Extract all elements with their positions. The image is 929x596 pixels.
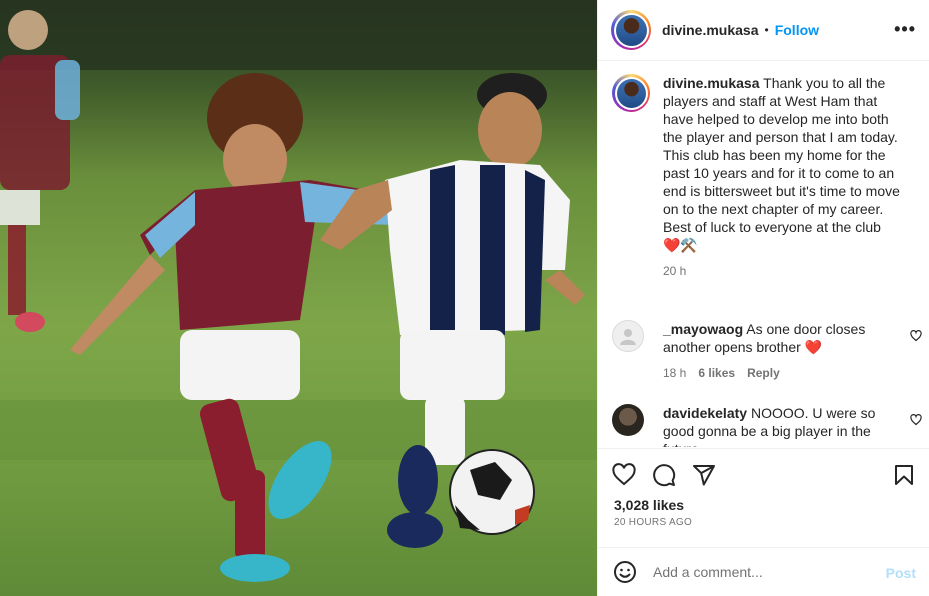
heart-icon[interactable] [612, 463, 636, 487]
comments-list[interactable]: divine.mukasa Thank you to all the playe… [598, 62, 929, 447]
instagram-post: divine.mukasa • Follow ••• divine.mukasa… [0, 0, 929, 596]
comment-like-heart-icon[interactable] [910, 330, 922, 342]
commenter-avatar[interactable] [612, 320, 644, 352]
separator-dot: • [764, 23, 769, 37]
comment-like-heart-icon[interactable] [910, 414, 922, 426]
caption-text: Thank you to all the players and staff a… [663, 75, 900, 217]
post-timestamp[interactable]: 20 HOURS AGO [614, 517, 692, 528]
caption-username[interactable]: divine.mukasa [663, 75, 760, 91]
share-icon[interactable] [692, 463, 716, 487]
post-side-panel: divine.mukasa • Follow ••• divine.mukasa… [597, 0, 929, 596]
post-header: divine.mukasa • Follow ••• [598, 0, 929, 61]
caption-emoji: ❤️⚒️ [663, 237, 698, 253]
author-username[interactable]: divine.mukasa [662, 22, 759, 38]
follow-button[interactable]: Follow [775, 22, 819, 38]
comment-time[interactable]: 18 h [663, 364, 686, 382]
comment-username[interactable]: _mayowaog [663, 321, 743, 337]
post-actions: 3,028 likes 20 HOURS AGO [598, 448, 929, 546]
save-icon[interactable] [892, 463, 916, 487]
author-avatar[interactable] [611, 10, 651, 50]
caption-avatar[interactable] [612, 74, 650, 112]
commenter-avatar[interactable] [612, 404, 644, 436]
caption-time[interactable]: 20 h [663, 262, 686, 280]
smiley-icon[interactable] [613, 560, 637, 584]
comment-body: _mayowaog As one door closes another ope… [663, 320, 903, 382]
caption: divine.mukasa Thank you to all the playe… [612, 74, 922, 280]
caption-body: divine.mukasa Thank you to all the playe… [663, 74, 908, 280]
more-options-icon[interactable]: ••• [894, 19, 916, 40]
comment-row: davidekelaty NOOOO. U were so good gonna… [612, 404, 922, 447]
comment-input[interactable] [653, 564, 873, 580]
comment-body: davidekelaty NOOOO. U were so good gonna… [663, 404, 903, 447]
likes-count[interactable]: 3,028 likes [614, 497, 684, 513]
caption-text-2: Best of luck to everyone at the club [663, 219, 881, 235]
football [449, 449, 535, 535]
comment-icon[interactable] [652, 463, 676, 487]
save-button[interactable] [892, 463, 916, 492]
comment-likes[interactable]: 6 likes [698, 364, 735, 382]
post-comment-button[interactable]: Post [886, 565, 916, 581]
football-photo-illustration [0, 0, 597, 582]
player-west-ham [70, 73, 435, 582]
action-icons [612, 463, 716, 487]
reply-button[interactable]: Reply [747, 364, 780, 382]
comment-meta: 18 h 6 likes Reply [663, 364, 903, 382]
default-avatar-icon [620, 329, 636, 345]
caption-meta: 20 h [663, 262, 908, 280]
comment-username[interactable]: davidekelaty [663, 405, 747, 421]
add-comment-bar: Post [598, 547, 929, 596]
comment-row: _mayowaog As one door closes another ope… [612, 320, 922, 382]
post-photo[interactable] [0, 0, 597, 596]
